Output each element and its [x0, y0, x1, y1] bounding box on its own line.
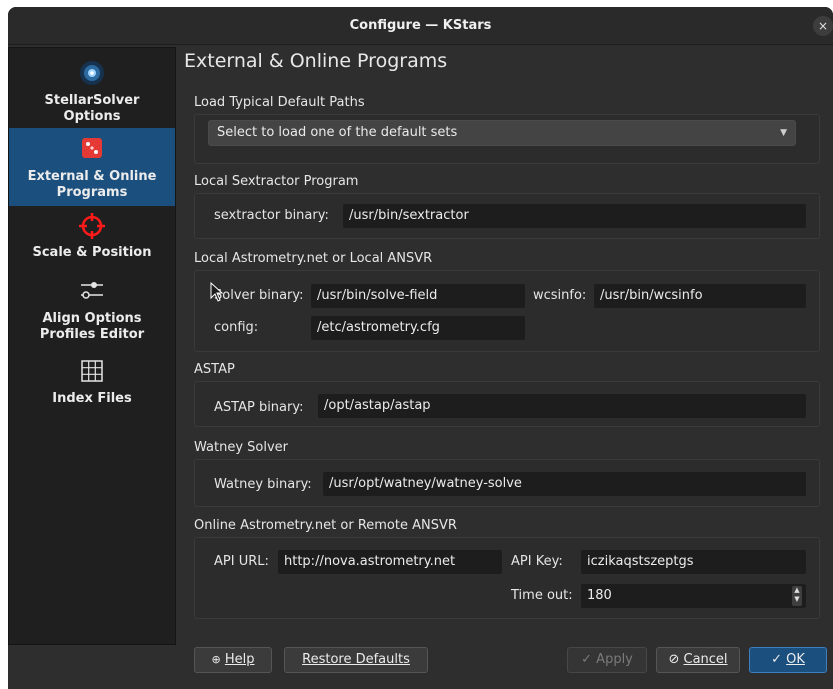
window-title: Configure — KStars — [349, 18, 492, 33]
spin-arrows-icon[interactable]: ▲ ▼ — [792, 586, 802, 606]
chevron-down-icon: ▼ — [780, 128, 787, 138]
grid-icon — [81, 360, 103, 382]
sidebar-item-label: Options — [63, 109, 121, 124]
api-key-label: API Key: — [511, 554, 563, 569]
title-bar: Configure — KStars × — [8, 7, 833, 45]
default-paths-combo[interactable]: Select to load one of the default sets ▼ — [208, 120, 796, 146]
galaxy-icon — [80, 61, 104, 85]
sidebar-item-label: Profiles Editor — [39, 327, 145, 342]
cancel-icon: ⊘ — [668, 652, 680, 667]
check-icon: ✓ — [771, 652, 782, 667]
sidebar-item-align-options-profiles-editor[interactable]: Align Options Profiles Editor — [9, 270, 175, 350]
sextractor-binary-label: sextractor binary: — [214, 208, 329, 223]
sidebar-item-external-online-programs[interactable]: External & Online Programs — [9, 128, 175, 206]
group-label-watney: Watney Solver — [194, 440, 289, 455]
wcsinfo-field[interactable]: /usr/bin/wcsinfo — [594, 284, 806, 308]
api-url-field[interactable]: http://nova.astrometry.net — [278, 550, 502, 574]
sidebar-item-index-files[interactable]: Index Files — [9, 350, 175, 414]
astap-binary-field[interactable]: /opt/astap/astap — [318, 394, 806, 418]
restore-defaults-button[interactable]: Restore Defaults — [284, 647, 428, 673]
group-label-sextractor: Local Sextractor Program — [194, 174, 359, 189]
api-url-label: API URL: — [214, 554, 269, 569]
sidebar-item-label: Index Files — [52, 391, 132, 406]
watney-binary-field[interactable]: /usr/opt/watney/watney-solve — [323, 472, 806, 496]
ok-button[interactable]: ✓ OK — [749, 647, 827, 673]
group-label-default-paths: Load Typical Default Paths — [194, 95, 365, 110]
sidebar-item-label: Scale & Position — [32, 245, 152, 260]
sidebar-item-label: Programs — [56, 185, 128, 200]
check-icon: ✓ — [581, 652, 593, 667]
solver-binary-field[interactable]: /usr/bin/solve-field — [311, 284, 525, 308]
apply-button[interactable]: ✓ Apply — [567, 647, 647, 673]
combo-value: Select to load one of the default sets — [217, 125, 458, 140]
watney-binary-label: Watney binary: — [214, 477, 312, 492]
group-label-online: Online Astrometry.net or Remote ANSVR — [194, 518, 457, 533]
help-icon: ⊕ — [211, 653, 221, 666]
group-label-astrometry: Local Astrometry.net or Local ANSVR — [194, 251, 433, 266]
ok-button-label: OK — [786, 652, 805, 667]
group-label-astap: ASTAP — [194, 362, 235, 377]
dice-icon — [82, 138, 102, 158]
close-icon[interactable]: × — [813, 16, 833, 36]
timeout-label: Time out: — [511, 588, 573, 603]
wcsinfo-label: wcsinfo: — [533, 288, 587, 303]
sliders-icon — [81, 282, 103, 299]
config-label: config: — [214, 320, 259, 335]
page-title: External & Online Programs — [184, 50, 448, 72]
api-key-field[interactable]: iczikaqstszeptgs — [581, 550, 806, 574]
restore-defaults-label: Restore Defaults — [302, 652, 410, 667]
config-field[interactable]: /etc/astrometry.cfg — [311, 316, 525, 340]
cancel-button[interactable]: ⊘ Cancel — [656, 647, 740, 673]
sidebar-item-stellarsolver-options[interactable]: StellarSolver Options — [9, 48, 175, 128]
sidebar-item-scale-position[interactable]: Scale & Position — [9, 206, 175, 270]
sextractor-binary-field[interactable]: /usr/bin/sextractor — [343, 204, 806, 228]
crosshair-icon — [79, 213, 105, 239]
apply-button-label: Apply — [596, 652, 633, 667]
sidebar: StellarSolver Options External & Online … — [8, 47, 176, 645]
cancel-button-label: Cancel — [683, 652, 728, 667]
help-button-label: Help — [224, 652, 255, 667]
timeout-value: 180 — [587, 588, 612, 603]
astap-binary-label: ASTAP binary: — [214, 400, 304, 415]
mouse-cursor-icon — [210, 282, 224, 302]
help-button[interactable]: ⊕ Help — [194, 647, 272, 673]
timeout-spinbox[interactable]: 180 ▲ ▼ — [581, 584, 806, 608]
solver-binary-label: Solver binary: — [214, 288, 304, 303]
